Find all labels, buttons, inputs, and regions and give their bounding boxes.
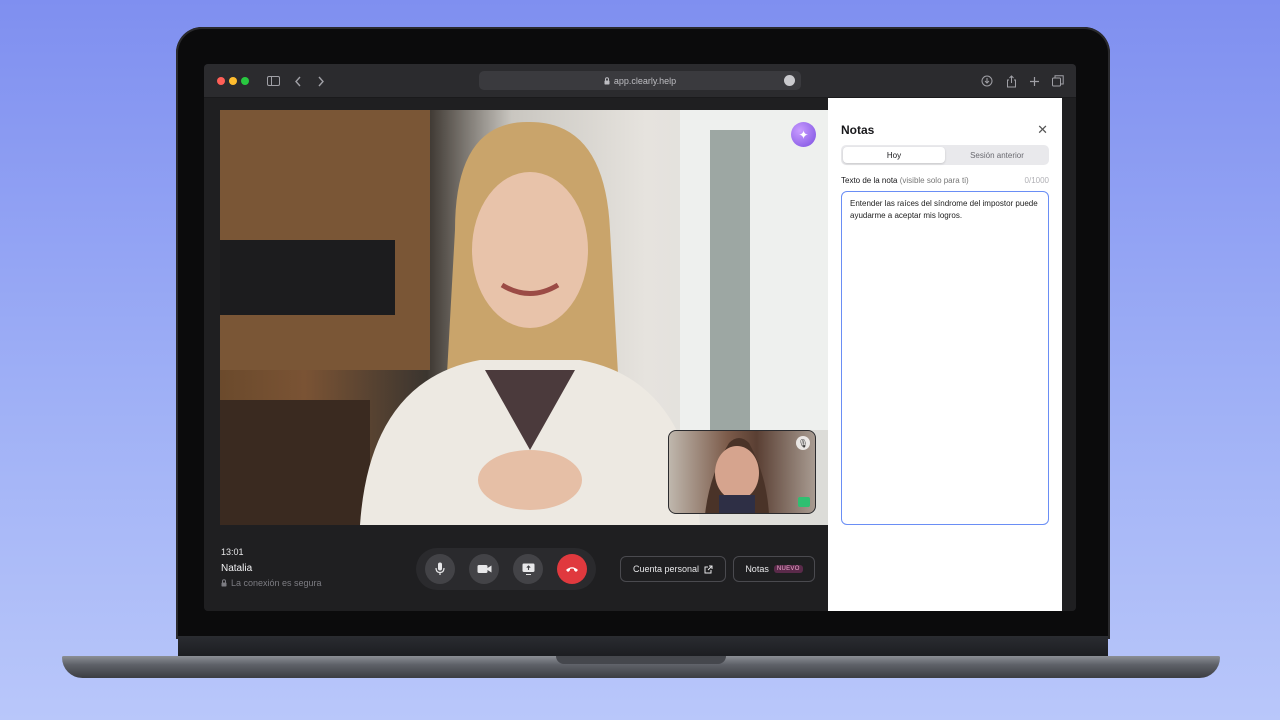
new-tab-icon[interactable]: [1026, 73, 1042, 89]
notes-toggle-button[interactable]: Notas NUEVO: [733, 556, 815, 582]
notes-tabs: Hoy Sesión anterior: [841, 145, 1049, 165]
share-screen-button[interactable]: [513, 554, 543, 584]
right-edge-strip: [1062, 98, 1076, 611]
new-badge: NUEVO: [773, 565, 803, 573]
note-field-label-text: Texto de la nota: [841, 176, 898, 185]
sidebar-toggle-icon[interactable]: [265, 73, 281, 89]
self-view-scene: [705, 438, 769, 513]
forward-chevron-icon[interactable]: [313, 73, 329, 89]
signal-strength-icon: [798, 497, 810, 507]
camera-button[interactable]: [469, 554, 499, 584]
notes-panel: Notas ✕ Hoy Sesión anterior Texto de la …: [828, 98, 1062, 611]
self-view-video[interactable]: 🎙: [668, 430, 816, 514]
minimize-window-dot[interactable]: [229, 77, 237, 85]
url-text: app.clearly.help: [613, 75, 677, 86]
mic-icon: [435, 562, 445, 575]
note-text-input[interactable]: Entender las raíces del síndrome del imp…: [841, 191, 1049, 525]
address-bar[interactable]: app.clearly.help: [479, 71, 801, 90]
mic-button[interactable]: [425, 554, 455, 584]
end-call-button[interactable]: [557, 554, 587, 584]
call-time: 13:01: [221, 547, 244, 557]
note-field-label: Texto de la nota (visible solo para ti): [841, 176, 969, 185]
personal-account-label: Cuenta personal: [632, 564, 700, 574]
share-icon[interactable]: [1003, 73, 1019, 89]
end-call-icon: [566, 567, 578, 572]
tab-today[interactable]: Hoy: [843, 147, 945, 163]
browser-toolbar: app.clearly.help: [204, 64, 1076, 98]
character-counter: 0/1000: [1024, 176, 1049, 185]
notes-title: Notas: [841, 123, 875, 137]
camera-icon: [477, 565, 491, 573]
site-settings-icon[interactable]: [784, 75, 795, 86]
secure-connection-status: La conexión es segura: [221, 578, 322, 588]
laptop-notch: [556, 656, 726, 664]
tab-previous-session[interactable]: Sesión anterior: [947, 147, 1047, 163]
ai-assistant-button[interactable]: ✦: [791, 122, 816, 147]
browser-window: app.clearly.help ✦ 🎙 13:01 Natalia La co…: [204, 64, 1076, 611]
notes-button-label: Notas: [745, 564, 769, 574]
tab-overview-icon[interactable]: [1050, 73, 1066, 89]
lock-icon: [221, 579, 227, 587]
sparkles-icon: ✦: [798, 127, 809, 142]
external-link-icon: [704, 565, 713, 573]
lock-icon: [604, 76, 610, 84]
secure-text: La conexión es segura: [231, 578, 322, 588]
note-field-hint: (visible solo para ti): [899, 176, 969, 185]
close-window-dot[interactable]: [217, 77, 225, 85]
maximize-window-dot[interactable]: [241, 77, 249, 85]
close-icon[interactable]: ✕: [1037, 122, 1048, 138]
download-icon[interactable]: [979, 73, 995, 89]
muted-mic-icon: 🎙: [796, 436, 810, 450]
laptop-hinge: [178, 636, 1108, 658]
personal-account-button[interactable]: Cuenta personal: [620, 556, 726, 582]
participant-name: Natalia: [221, 563, 253, 574]
back-chevron-icon[interactable]: [290, 73, 306, 89]
share-screen-icon: [522, 563, 534, 575]
